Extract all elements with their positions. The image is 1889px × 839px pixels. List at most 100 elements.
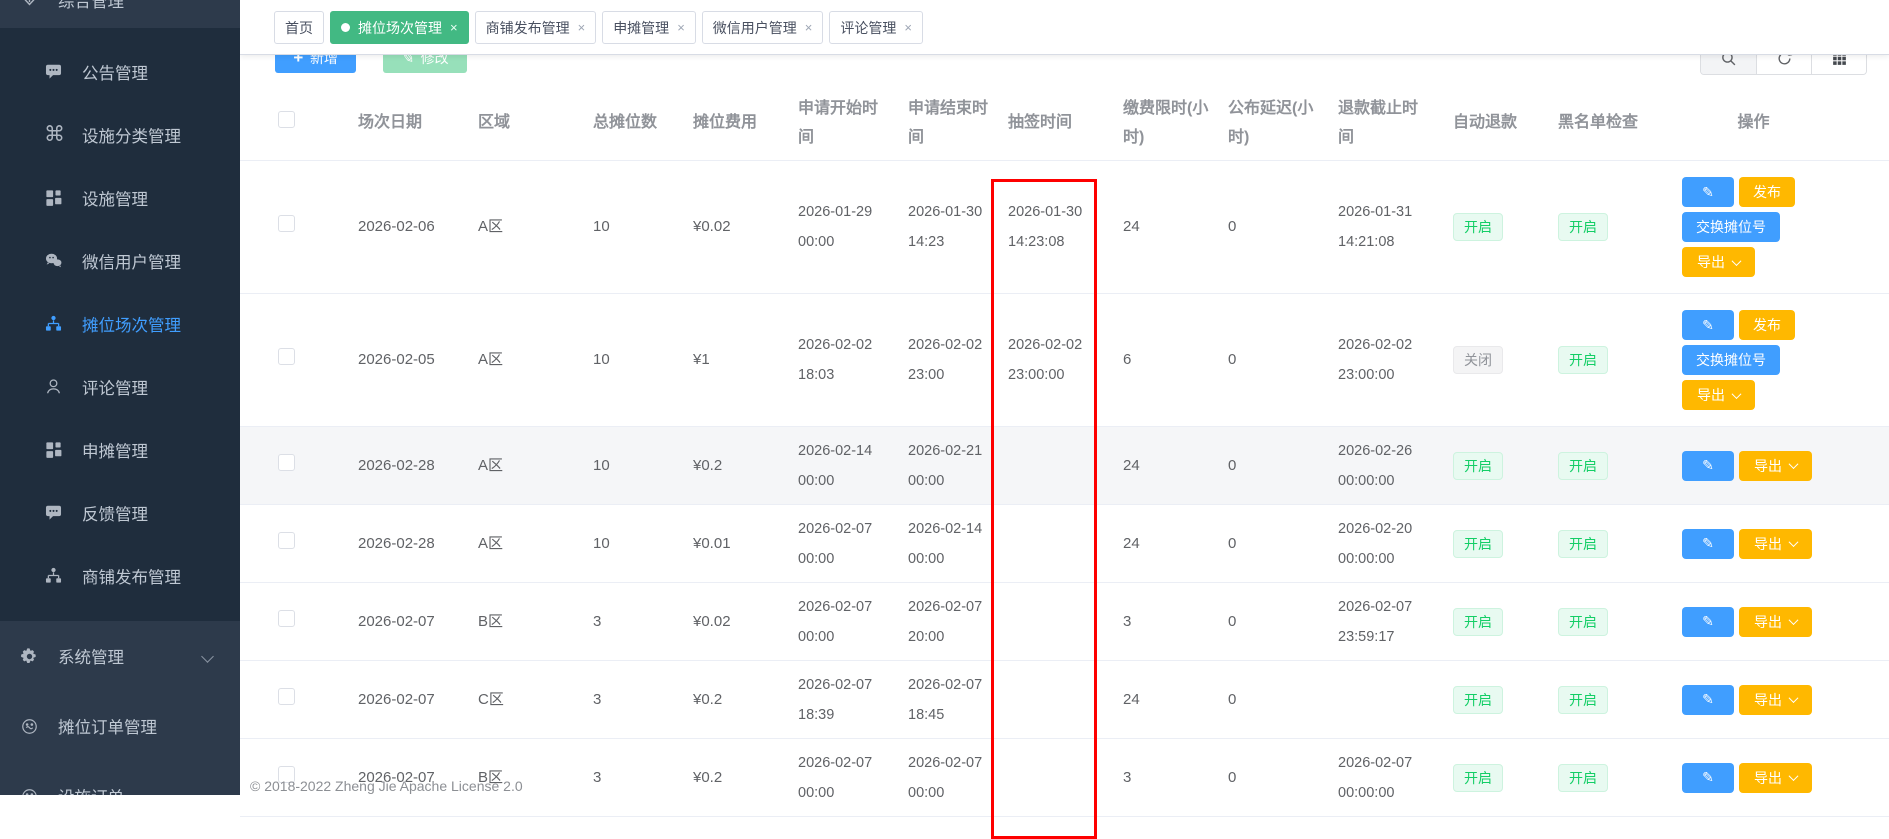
comment-bubble-icon xyxy=(44,62,63,81)
table-row: 2026-02-28 A区 10 ¥0.2 2026-02-14 00:00 2… xyxy=(240,427,1889,505)
edit-button[interactable]: ✎ xyxy=(1682,451,1734,481)
command-icon: ⌘ xyxy=(44,124,63,145)
sidebar-item-shop-publish-mgmt[interactable]: 商铺发布管理 xyxy=(0,544,240,607)
tab-wechat-user-mgmt[interactable]: 微信用户管理 xyxy=(702,11,824,44)
cell-stall-fee: ¥1 xyxy=(685,349,790,371)
blacklist-tag: 开启 xyxy=(1558,213,1608,241)
tab-label: 首页 xyxy=(285,18,313,38)
row-checkbox[interactable] xyxy=(278,610,295,627)
export-button[interactable]: 导出 xyxy=(1739,529,1812,559)
edit-button[interactable]: ✎ xyxy=(1682,685,1734,715)
cell-session-date: 2026-02-07 xyxy=(350,689,470,711)
sidebar-item-general-mgmt[interactable]: 综合管理 xyxy=(0,0,240,28)
tab-label: 评论管理 xyxy=(840,18,896,38)
cell-area: B区 xyxy=(470,611,585,633)
cell-publish-delay: 0 xyxy=(1220,533,1330,555)
tab-label: 微信用户管理 xyxy=(713,18,797,38)
row-checkbox[interactable] xyxy=(278,215,295,232)
cell-refund-deadline: 2026-02-02 23:00:00 xyxy=(1330,330,1445,390)
sidebar-item-label: 评论管理 xyxy=(82,375,148,399)
cell-apply-start: 2026-02-07 00:00 xyxy=(790,748,900,808)
sessions-table: 场次日期 区域 总摊位数 摊位费用 申请开始时间 申请结束时间 抽签时间 缴费限… xyxy=(240,85,1889,817)
blacklist-tag: 开启 xyxy=(1558,764,1608,792)
sitemap-icon xyxy=(44,566,63,585)
cell-total-stalls: 10 xyxy=(585,533,685,555)
row-checkbox[interactable] xyxy=(278,688,295,705)
cell-refund-deadline: 2026-02-07 00:00:00 xyxy=(1330,748,1445,808)
tab-comment-mgmt[interactable]: 评论管理 xyxy=(829,11,923,44)
sidebar-item-feedback-mgmt[interactable]: 反馈管理 xyxy=(0,481,240,544)
sidebar-item-stall-session-mgmt[interactable]: 摊位场次管理 xyxy=(0,292,240,355)
sidebar-item-wechat-user-mgmt[interactable]: 微信用户管理 xyxy=(0,229,240,292)
table-row: 2026-02-05 A区 10 ¥1 2026-02-02 18:03 202… xyxy=(240,294,1889,427)
cell-stall-fee: ¥0.2 xyxy=(685,455,790,477)
sitemap-icon xyxy=(44,314,63,333)
cell-refund-deadline: 2026-02-26 00:00:00 xyxy=(1330,436,1445,496)
tab-home[interactable]: 首页 xyxy=(274,11,324,44)
row-actions: ✎ 导出 xyxy=(1682,685,1834,715)
sidebar-item-notice-mgmt[interactable]: 公告管理 xyxy=(0,40,240,103)
sidebar-item-comment-mgmt[interactable]: 评论管理 xyxy=(0,355,240,418)
edit-button[interactable]: ✎ xyxy=(1682,310,1734,340)
column-header-total-stalls: 总摊位数 xyxy=(585,112,685,134)
sidebar-item-stall-apply-mgmt[interactable]: 申摊管理 xyxy=(0,418,240,481)
sidebar-item-system-mgmt[interactable]: 系统管理 xyxy=(0,621,240,691)
tab-shop-publish-mgmt[interactable]: 商铺发布管理 xyxy=(475,11,597,44)
cell-pay-limit: 24 xyxy=(1115,533,1220,555)
sidebar-item-stall-order-mgmt[interactable]: 摊位订单管理 xyxy=(0,691,240,761)
row-checkbox[interactable] xyxy=(278,348,295,365)
edit-button[interactable]: ✎ xyxy=(1682,529,1734,559)
edit-button[interactable]: ✎ xyxy=(1682,607,1734,637)
column-header-stall-fee: 摊位费用 xyxy=(685,112,790,134)
cell-publish-delay: 0 xyxy=(1220,767,1330,789)
sidebar-item-facility-order[interactable]: 设施订单 xyxy=(0,761,240,795)
export-button[interactable]: 导出 xyxy=(1739,763,1812,793)
chevron-down-icon xyxy=(1789,615,1799,625)
cell-apply-end: 2026-02-07 00:00 xyxy=(900,748,1000,808)
column-header-blacklist-check: 黑名单检查 xyxy=(1550,112,1670,134)
publish-button[interactable]: 发布 xyxy=(1739,310,1795,340)
edit-button[interactable]: ✎ xyxy=(1682,177,1734,207)
sidebar-item-label: 公告管理 xyxy=(82,60,148,84)
cell-stall-fee: ¥0.2 xyxy=(685,689,790,711)
select-all-checkbox[interactable] xyxy=(278,111,295,128)
gear-icon xyxy=(20,647,39,666)
tab-bar: 首页 摊位场次管理 商铺发布管理 申摊管理 微信用户管理 评论管理 xyxy=(240,0,1889,55)
pencil-icon: ✎ xyxy=(1702,769,1714,786)
column-header-area: 区域 xyxy=(470,112,585,134)
close-icon[interactable] xyxy=(578,21,586,34)
sidebar: 综合管理 公告管理 ⌘ 设施分类管理 设施管理 微信用户管理 摊位场次管理 评论… xyxy=(0,0,240,795)
row-actions: ✎ 导出 xyxy=(1682,763,1834,793)
export-button[interactable]: 导出 xyxy=(1739,607,1812,637)
cell-total-stalls: 3 xyxy=(585,611,685,633)
export-button[interactable]: 导出 xyxy=(1682,380,1755,410)
close-icon[interactable] xyxy=(805,21,813,34)
close-icon[interactable] xyxy=(677,21,685,34)
tab-stall-session-mgmt[interactable]: 摊位场次管理 xyxy=(330,11,469,44)
swap-stall-number-button[interactable]: 交换摊位号 xyxy=(1682,345,1780,375)
cell-total-stalls: 10 xyxy=(585,455,685,477)
sidebar-item-facility-mgmt[interactable]: 设施管理 xyxy=(0,166,240,229)
close-icon[interactable] xyxy=(450,21,458,34)
sidebar-item-facility-category-mgmt[interactable]: ⌘ 设施分类管理 xyxy=(0,103,240,166)
cell-area: A区 xyxy=(470,533,585,555)
tab-stall-apply-mgmt[interactable]: 申摊管理 xyxy=(602,11,696,44)
tab-label: 申摊管理 xyxy=(613,18,669,38)
publish-button[interactable]: 发布 xyxy=(1739,177,1795,207)
auto-refund-tag: 开启 xyxy=(1453,764,1503,792)
cell-refund-deadline: 2026-02-20 00:00:00 xyxy=(1330,514,1445,574)
export-button[interactable]: 导出 xyxy=(1739,685,1812,715)
edit-button[interactable]: ✎ xyxy=(1682,763,1734,793)
table-row: 2026-02-28 A区 10 ¥0.01 2026-02-07 00:00 … xyxy=(240,505,1889,583)
chevron-down-icon xyxy=(1789,771,1799,781)
row-checkbox[interactable] xyxy=(278,454,295,471)
grid-squares-icon xyxy=(44,440,63,459)
arrow-down-icon xyxy=(20,0,39,10)
export-button[interactable]: 导出 xyxy=(1682,247,1755,277)
swap-stall-number-button[interactable]: 交换摊位号 xyxy=(1682,212,1780,242)
auto-refund-tag: 开启 xyxy=(1453,686,1503,714)
row-checkbox[interactable] xyxy=(278,532,295,549)
close-icon[interactable] xyxy=(904,21,912,34)
sidebar-item-label: 设施管理 xyxy=(82,186,148,210)
export-button[interactable]: 导出 xyxy=(1739,451,1812,481)
